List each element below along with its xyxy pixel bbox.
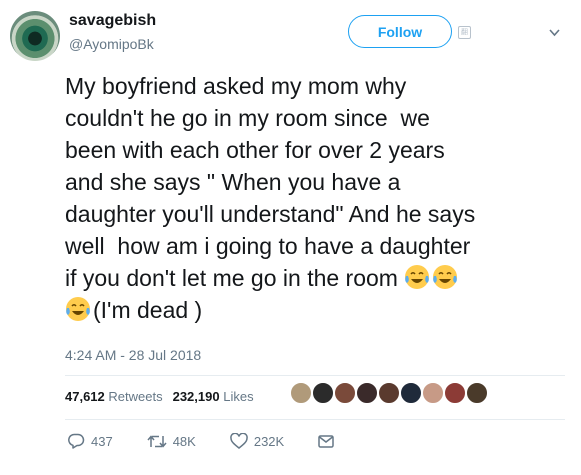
tears-of-joy-emoji <box>433 265 458 289</box>
divider <box>65 375 565 376</box>
chevron-down-icon[interactable] <box>549 29 560 37</box>
liker-avatar[interactable] <box>377 381 401 405</box>
like-count: 232,190 <box>172 389 220 404</box>
tears-of-joy-emoji <box>66 297 90 321</box>
engagement-stats: 47,612 Retweets 232,190 Likes <box>65 389 254 404</box>
direct-message-button[interactable] <box>318 434 334 448</box>
tweet-line: My boyfriend asked my mom why <box>65 73 407 99</box>
liker-avatar[interactable] <box>421 381 445 405</box>
retweet-icon <box>147 434 167 448</box>
divider <box>65 419 565 420</box>
liker-avatar[interactable] <box>399 381 423 405</box>
tweet-line: if you don't let me go in the room <box>65 265 405 291</box>
direct-message-icon <box>318 434 334 448</box>
tweet-timestamp[interactable]: 4:24 AM - 28 Jul 2018 <box>65 347 201 363</box>
retweet-label: Retweets <box>108 389 163 404</box>
tears-of-joy-emoji <box>405 265 430 289</box>
tweet-line: and she says " When you have a <box>65 169 401 195</box>
tweet-line: daughter you'll understand" And he says <box>65 201 476 227</box>
tweet-actions: 437 48K 232K <box>68 433 368 449</box>
reply-count: 437 <box>91 433 113 449</box>
like-stat[interactable]: 232,190 Likes <box>173 389 254 404</box>
reply-button[interactable]: 437 <box>68 433 113 449</box>
retweet-stat[interactable]: 47,612 Retweets <box>65 389 163 404</box>
retweet-count: 47,612 <box>65 389 105 404</box>
like-button[interactable]: 232K <box>230 433 284 449</box>
tweet-text: My boyfriend asked my mom why couldn't h… <box>65 70 565 326</box>
like-icon <box>230 433 248 449</box>
translate-icon: 翻 <box>458 26 471 39</box>
tweet-line: been with each other for over 2 years <box>65 137 445 163</box>
display-name[interactable]: savagebish <box>69 12 156 30</box>
tweet-line: (I'm dead ) <box>93 297 203 323</box>
retweet-action-count: 48K <box>172 433 196 449</box>
like-label: Likes <box>223 389 254 404</box>
liker-avatar[interactable] <box>289 381 313 405</box>
user-handle[interactable]: @AyomipoBk <box>69 36 154 52</box>
avatar[interactable] <box>10 11 60 61</box>
tweet-line: well how am i going to have a daughter <box>65 233 471 259</box>
follow-button[interactable]: Follow <box>348 15 452 48</box>
like-action-count: 232K <box>253 433 285 449</box>
liker-avatars <box>289 381 489 405</box>
liker-avatar[interactable] <box>465 381 489 405</box>
reply-icon <box>68 433 85 449</box>
liker-avatar[interactable] <box>443 381 467 405</box>
liker-avatar[interactable] <box>333 381 357 405</box>
liker-avatar[interactable] <box>311 381 335 405</box>
tweet-line: couldn't he go in my room since we <box>65 105 430 131</box>
liker-avatar[interactable] <box>355 381 379 405</box>
retweet-button[interactable]: 48K <box>147 434 196 449</box>
